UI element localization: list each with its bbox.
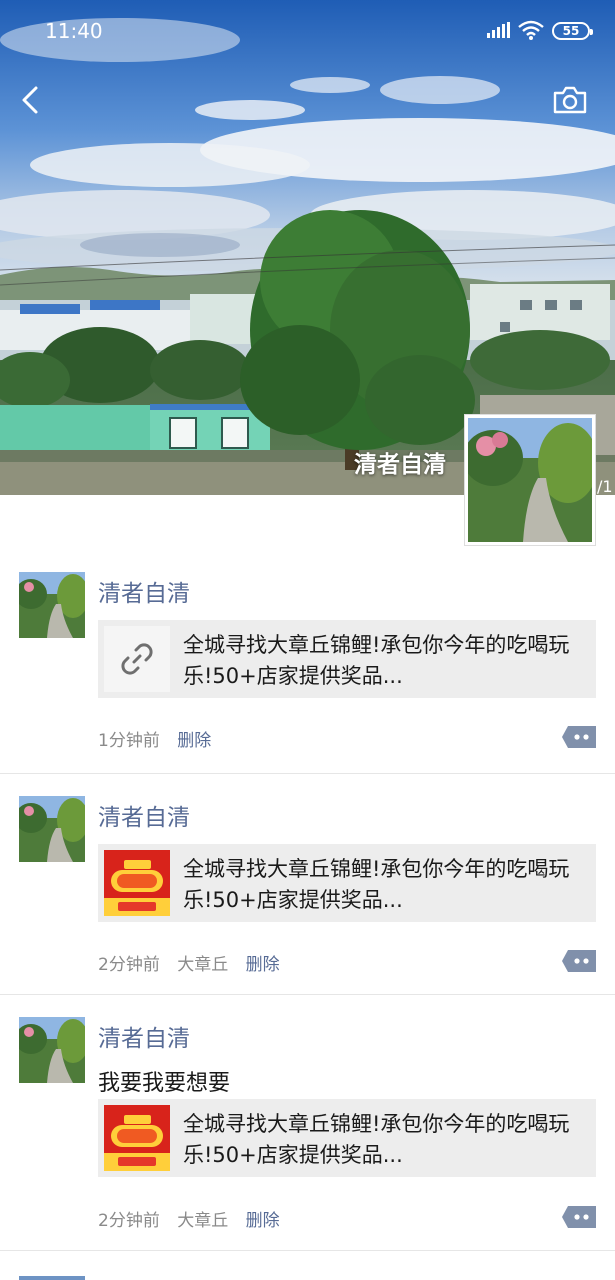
koi-thumbnail-image [104,850,170,916]
owner-name[interactable]: 清者自清 [300,445,446,479]
more-dots-icon [562,726,596,748]
post-meta: 2分钟前 大章丘 删除 [98,1206,292,1231]
post-item: 清者自清 全城寻找大章丘锦鲤!承包你今年的吃喝玩乐!50+店家提供奖品... 2… [0,774,615,995]
comment-more-button[interactable] [562,726,596,748]
link-icon [121,643,153,675]
shared-link-title: 全城寻找大章丘锦鲤!承包你今年的吃喝玩乐!50+店家提供奖品... [183,1112,570,1167]
moments-feed: 清者自清 全城寻找大章丘锦鲤!承包你今年的吃喝玩乐!50+店家提供奖品... 1… [0,550,615,1280]
post-avatar[interactable] [19,1271,85,1280]
status-time: 11:40 [45,19,103,43]
avatar-image [463,418,598,542]
shared-link-card[interactable]: 全城寻找大章丘锦鲤!承包你今年的吃喝玩乐!50+店家提供奖品... [98,1099,596,1177]
cover-edge-text: /1 [597,477,613,495]
shared-link-card[interactable]: 全城寻找大章丘锦鲤!承包你今年的吃喝玩乐!50+店家提供奖品... [98,844,596,922]
signal-icon [487,22,510,38]
delete-link[interactable]: 删除 [246,955,280,975]
post-item: 清者自清 我要我要想要 全城寻找大章丘锦鲤!承包你今年的吃喝玩乐!50+店家提供… [0,995,615,1251]
shared-link-title: 全城寻找大章丘锦鲤!承包你今年的吃喝玩乐!50+店家提供奖品... [183,857,570,912]
post-text: 我要我要想要 [98,1071,231,1096]
post-avatar[interactable] [19,796,85,862]
post-avatar[interactable] [19,1017,85,1083]
back-button[interactable] [16,82,48,118]
shared-link-title: 全城寻找大章丘锦鲤!承包你今年的吃喝玩乐!50+店家提供奖品... [183,633,570,688]
avatar-image [19,572,85,638]
delete-link[interactable]: 删除 [177,731,211,751]
avatar-image [19,1017,85,1083]
post-location[interactable]: 大章丘 [177,955,228,975]
post-location[interactable]: 大章丘 [177,1211,228,1231]
post-item-partial [0,1251,615,1280]
link-thumbnail [104,626,170,692]
owner-avatar[interactable] [463,414,598,546]
more-dots-icon [562,950,596,972]
avatar-image [19,796,85,862]
post-item: 清者自清 全城寻找大章丘锦鲤!承包你今年的吃喝玩乐!50+店家提供奖品... 1… [0,550,615,774]
post-time: 2分钟前 [98,955,160,975]
more-dots-icon [562,1206,596,1228]
chevron-left-icon [22,86,38,114]
battery-indicator: 55 [552,22,593,40]
post-meta: 1分钟前 删除 [98,726,223,751]
koi-thumbnail-image [104,1105,170,1171]
post-meta: 2分钟前 大章丘 删除 [98,950,292,975]
wifi-icon [518,20,544,40]
comment-more-button[interactable] [562,1206,596,1228]
post-author-name[interactable]: 清者自清 [98,798,190,832]
comment-more-button[interactable] [562,950,596,972]
status-bar: 11:40 55 [0,0,615,64]
post-time: 1分钟前 [98,731,160,751]
post-time: 2分钟前 [98,1211,160,1231]
post-avatar[interactable] [19,572,85,638]
post-author-name[interactable]: 清者自清 [98,574,190,608]
post-author-name[interactable]: 清者自清 [98,1019,190,1053]
delete-link[interactable]: 删除 [246,1211,280,1231]
shared-link-card[interactable]: 全城寻找大章丘锦鲤!承包你今年的吃喝玩乐!50+店家提供奖品... [98,620,596,698]
camera-icon [553,86,587,114]
camera-button[interactable] [552,84,588,116]
avatar-image [19,1276,85,1280]
